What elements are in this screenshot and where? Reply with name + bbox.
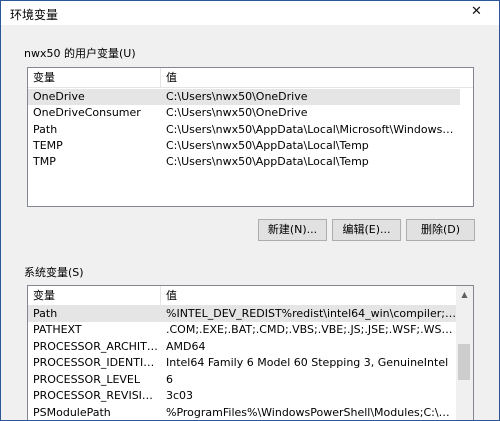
variable-name: TMP — [33, 155, 56, 168]
user-variable-row[interactable]: OneDriveConsumer C:\Users\nwx50\OneDrive — [28, 105, 460, 121]
variable-value: C:\Users\nwx50\AppData\Local\Microsoft\W… — [166, 123, 460, 136]
user-col-name-header[interactable]: 变量 — [28, 68, 161, 87]
system-col-value-header[interactable]: 值 — [161, 286, 451, 305]
user-variables-header: 变量 值 — [28, 68, 473, 88]
user-col-value-header[interactable]: 值 — [161, 68, 461, 87]
system-variable-row[interactable]: Path %INTEL_DEV_REDIST%redist\intel64_wi… — [28, 306, 456, 322]
system-variable-row[interactable]: PSModulePath %ProgramFiles%\WindowsPower… — [28, 405, 456, 420]
variable-value: 6 — [166, 373, 173, 386]
variable-value: C:\Users\nwx50\OneDrive — [166, 90, 308, 103]
system-variable-row[interactable]: PROCESSOR_REVISION 3c03 — [28, 388, 456, 404]
system-variables-list[interactable]: 变量 值 Path %INTEL_DEV_REDIST%redist\intel… — [27, 285, 474, 420]
variable-name: OneDrive — [33, 90, 85, 103]
variable-name: PROCESSOR_IDENTIFIER — [33, 356, 158, 369]
environment-variables-dialog: 环境变量 ✕ nwx50 的用户变量(U) 变量 值 OneDrive C:\U… — [0, 0, 500, 421]
user-delete-button[interactable]: 删除(D) — [406, 219, 475, 241]
user-edit-button[interactable]: 编辑(E)... — [332, 219, 401, 241]
variable-name: Path — [33, 123, 58, 136]
window-title: 环境变量 — [10, 8, 59, 22]
system-variable-row[interactable]: PROCESSOR_LEVEL 6 — [28, 372, 456, 388]
system-variable-row[interactable]: PROCESSOR_ARCHITECT... AMD64 — [28, 339, 456, 355]
scroll-thumb[interactable] — [458, 344, 470, 380]
title-bar[interactable]: 环境变量 ✕ — [1, 1, 499, 25]
variable-value: C:\Users\nwx50\OneDrive — [166, 106, 308, 119]
variable-value: Intel64 Family 6 Model 60 Stepping 3, Ge… — [166, 356, 449, 369]
system-col-name-header[interactable]: 变量 — [28, 286, 161, 305]
variable-value: %ProgramFiles%\WindowsPowerShell\Modules… — [166, 406, 456, 419]
variable-name: Path — [33, 307, 58, 320]
scroll-up-arrow-icon[interactable]: ▲ — [456, 286, 473, 303]
variable-value: C:\Users\nwx50\AppData\Local\Temp — [166, 155, 369, 168]
user-variable-row[interactable]: OneDrive C:\Users\nwx50\OneDrive — [28, 89, 460, 105]
variable-name: TEMP — [33, 139, 63, 152]
variable-value: 3c03 — [166, 389, 194, 402]
user-variable-row[interactable]: Path C:\Users\nwx50\AppData\Local\Micros… — [28, 122, 460, 138]
system-variables-scrollbar[interactable]: ▲ — [456, 286, 473, 420]
variable-name: OneDriveConsumer — [33, 106, 141, 119]
close-button[interactable]: ✕ — [454, 1, 499, 25]
user-variable-row[interactable]: TMP C:\Users\nwx50\AppData\Local\Temp — [28, 154, 460, 170]
variable-value: C:\Users\nwx50\AppData\Local\Temp — [166, 139, 369, 152]
variable-name: PSModulePath — [33, 406, 111, 419]
system-variable-row[interactable]: PATHEXT .COM;.EXE;.BAT;.CMD;.VBS;.VBE;.J… — [28, 322, 456, 338]
variable-name: PROCESSOR_LEVEL — [33, 373, 141, 386]
variable-name: PROCESSOR_ARCHITECT... — [33, 340, 158, 353]
variable-value: AMD64 — [166, 340, 206, 353]
user-variable-row[interactable]: TEMP C:\Users\nwx50\AppData\Local\Temp — [28, 138, 460, 154]
system-variable-row[interactable]: PROCESSOR_IDENTIFIER Intel64 Family 6 Mo… — [28, 355, 456, 371]
user-new-button[interactable]: 新建(N)... — [258, 219, 327, 241]
variable-value: %INTEL_DEV_REDIST%redist\intel64_win\com… — [166, 307, 456, 320]
system-variables-label: 系统变量(S) — [24, 266, 84, 279]
variable-name: PROCESSOR_REVISION — [33, 389, 158, 402]
variable-name: PATHEXT — [33, 323, 82, 336]
variable-value: .COM;.EXE;.BAT;.CMD;.VBS;.VBE;.JS;.JSE;.… — [166, 323, 456, 336]
user-variables-list[interactable]: 变量 值 OneDrive C:\Users\nwx50\OneDrive On… — [27, 67, 474, 207]
user-variables-label: nwx50 的用户变量(U) — [24, 47, 136, 60]
system-variables-header: 变量 值 — [28, 286, 456, 306]
